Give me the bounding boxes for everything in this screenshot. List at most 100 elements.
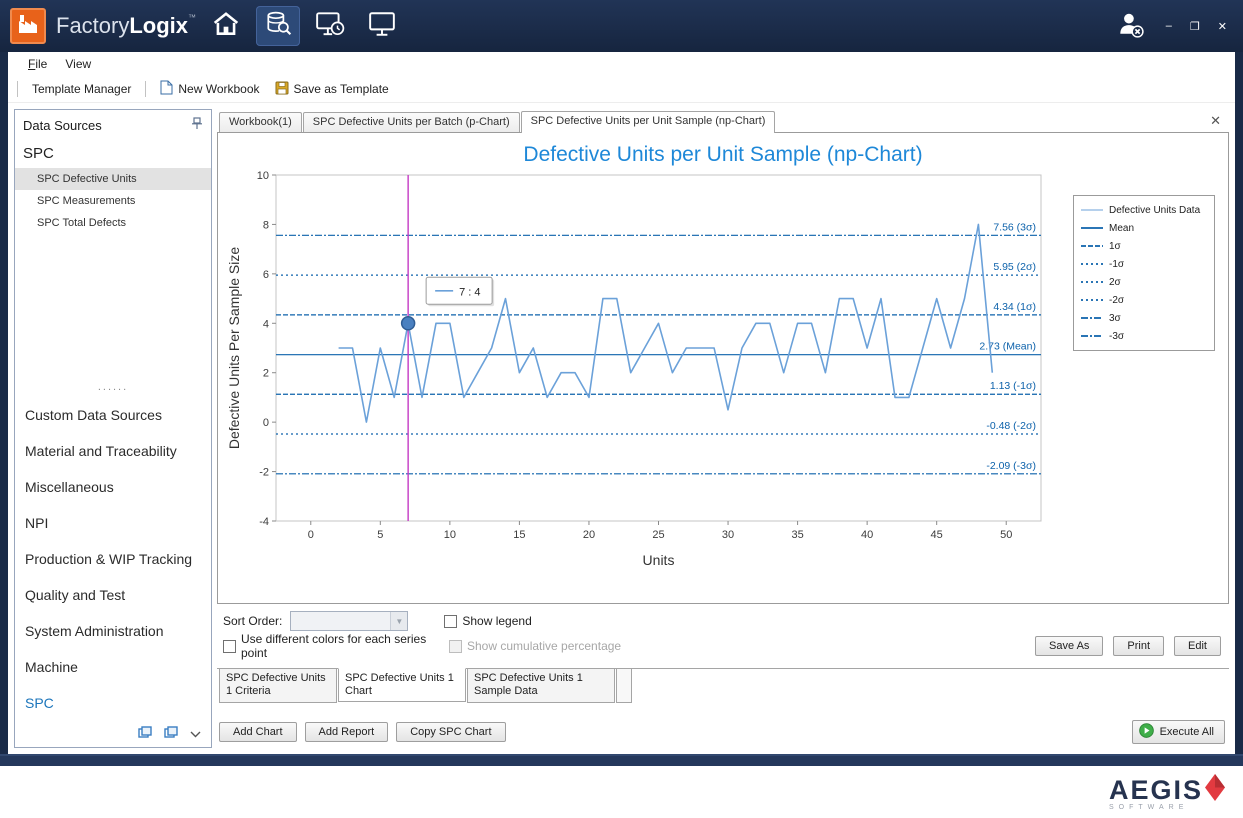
execute-icon	[1139, 723, 1154, 741]
new-workbook-button[interactable]: New Workbook	[156, 78, 263, 100]
print-button[interactable]: Print	[1113, 636, 1164, 656]
aegis-mark-icon	[1205, 774, 1225, 806]
new-workbook-icon	[160, 80, 173, 98]
tab-workbook-1[interactable]: Workbook(1)	[219, 112, 302, 132]
svg-text:-0.48 (-2σ): -0.48 (-2σ)	[986, 420, 1036, 432]
save-template-icon	[275, 81, 289, 98]
svg-text:-2.09 (-3σ): -2.09 (-3σ)	[986, 460, 1036, 472]
chart-controls: Sort Order: ▼ Show legend Use different …	[217, 604, 1229, 662]
cascade-windows-icon[interactable]	[138, 725, 152, 743]
data-sources-title: Data Sources	[23, 118, 102, 133]
monitor-icon	[368, 11, 396, 42]
svg-text:8: 8	[263, 219, 269, 231]
category-material-traceability[interactable]: Material and Traceability	[15, 433, 211, 469]
pin-icon[interactable]	[191, 117, 203, 133]
svg-text:35: 35	[791, 529, 803, 541]
sort-order-label: Sort Order:	[223, 614, 282, 628]
svg-text:-2: -2	[259, 467, 269, 479]
svg-text:5: 5	[377, 529, 383, 541]
spc-subtabs: SPC Defective Units 1 Criteria SPC Defec…	[217, 668, 1229, 703]
copy-spc-chart-button[interactable]: Copy SPC Chart	[396, 722, 505, 742]
bottom-actions: Add Chart Add Report Copy SPC Chart Exec…	[217, 720, 1229, 748]
np-chart[interactable]: -4-20246810051015202530354045507.56 (3σ)…	[218, 167, 1073, 575]
template-manager-button[interactable]: Template Manager	[28, 80, 135, 98]
data-analysis-button[interactable]	[256, 6, 300, 46]
checkbox-box	[449, 640, 462, 653]
svg-text:50: 50	[1000, 529, 1012, 541]
chart-panel: Defective Units per Unit Sample (np-Char…	[217, 132, 1229, 604]
close-button[interactable]: ✕	[1218, 20, 1227, 33]
dropdown-arrow-icon: ▼	[390, 612, 407, 630]
add-report-button[interactable]: Add Report	[305, 722, 389, 742]
category-production-wip[interactable]: Production & WIP Tracking	[15, 541, 211, 577]
category-npi[interactable]: NPI	[15, 505, 211, 541]
save-as-template-button[interactable]: Save as Template	[271, 79, 393, 100]
stack-windows-icon[interactable]	[164, 725, 178, 743]
tab-np-chart[interactable]: SPC Defective Units per Unit Sample (np-…	[521, 111, 776, 133]
tab-close-icon[interactable]: ✕	[1210, 113, 1221, 129]
svg-text:10: 10	[444, 529, 456, 541]
workbook-area: Workbook(1) SPC Defective Units per Batc…	[217, 109, 1229, 748]
tree-section-spc[interactable]: SPC	[15, 137, 211, 168]
maximize-button[interactable]: ❐	[1190, 20, 1200, 33]
footer-band	[0, 754, 1243, 766]
svg-text:4.34 (1σ): 4.34 (1σ)	[993, 301, 1036, 313]
legend-item: -2σ	[1080, 291, 1208, 309]
category-system-administration[interactable]: System Administration	[15, 613, 211, 649]
use-colors-checkbox[interactable]: Use different colors for each series poi…	[223, 632, 449, 660]
sidebar-footer	[15, 721, 211, 747]
category-list: Custom Data Sources Material and Traceab…	[15, 397, 211, 721]
category-machine[interactable]: Machine	[15, 649, 211, 685]
checkbox-box[interactable]	[223, 640, 236, 653]
menu-view[interactable]: View	[57, 55, 99, 73]
svg-text:0: 0	[308, 529, 314, 541]
database-search-icon	[264, 10, 292, 43]
svg-text:25: 25	[652, 529, 664, 541]
add-chart-button[interactable]: Add Chart	[219, 722, 297, 742]
tree-item-spc-defective-units[interactable]: SPC Defective Units	[15, 168, 211, 190]
app-title: FactoryLogix™	[56, 13, 196, 39]
subtab-criteria[interactable]: SPC Defective Units 1 Criteria	[219, 669, 337, 703]
user-logout-button[interactable]	[1116, 10, 1144, 43]
aegis-brand-text: AEGIS	[1109, 777, 1203, 803]
pane-splitter[interactable]: ......	[15, 383, 211, 397]
save-as-button[interactable]: Save As	[1035, 636, 1103, 656]
execute-all-button[interactable]: Execute All	[1132, 720, 1225, 744]
toolbar-separator	[145, 81, 146, 97]
workstation-button[interactable]	[360, 6, 404, 46]
svg-text:15: 15	[513, 529, 525, 541]
edit-button[interactable]: Edit	[1174, 636, 1221, 656]
home-button[interactable]	[204, 6, 248, 46]
category-spc[interactable]: SPC	[15, 685, 211, 721]
tab-p-chart[interactable]: SPC Defective Units per Batch (p-Chart)	[303, 112, 520, 132]
svg-text:2: 2	[263, 368, 269, 380]
tree-item-spc-measurements[interactable]: SPC Measurements	[15, 190, 211, 212]
subtab-sample-data[interactable]: SPC Defective Units 1 Sample Data	[467, 669, 615, 703]
chevron-down-icon[interactable]	[190, 725, 201, 743]
chart-title: Defective Units per Unit Sample (np-Char…	[218, 133, 1228, 167]
svg-text:2.73 (Mean): 2.73 (Mean)	[979, 341, 1036, 353]
svg-text:45: 45	[931, 529, 943, 541]
svg-text:4: 4	[263, 318, 269, 330]
aegis-logo: AEGIS SOFTWARE	[1109, 774, 1225, 811]
category-quality-test[interactable]: Quality and Test	[15, 577, 211, 613]
legend-item: -1σ	[1080, 255, 1208, 273]
checkbox-box[interactable]	[444, 615, 457, 628]
svg-text:5.95 (2σ): 5.95 (2σ)	[993, 261, 1036, 273]
category-miscellaneous[interactable]: Miscellaneous	[15, 469, 211, 505]
subtab-chart[interactable]: SPC Defective Units 1 Chart	[338, 668, 466, 702]
menu-file[interactable]: File	[20, 55, 55, 73]
svg-text:6: 6	[263, 269, 269, 281]
scheduling-button[interactable]	[308, 6, 352, 46]
show-cumulative-checkbox: Show cumulative percentage	[449, 639, 621, 653]
legend-item: Mean	[1080, 219, 1208, 237]
minimize-button[interactable]: –	[1166, 20, 1172, 32]
legend-item: Defective Units Data	[1080, 201, 1208, 219]
subtab-stub	[616, 669, 632, 703]
category-custom-data-sources[interactable]: Custom Data Sources	[15, 397, 211, 433]
tree-item-spc-total-defects[interactable]: SPC Total Defects	[15, 212, 211, 234]
toolbar: Template Manager New Workbook Save as Te…	[8, 76, 1235, 103]
svg-text:30: 30	[722, 529, 734, 541]
svg-text:Units: Units	[643, 552, 675, 568]
show-legend-checkbox[interactable]: Show legend	[444, 614, 531, 628]
